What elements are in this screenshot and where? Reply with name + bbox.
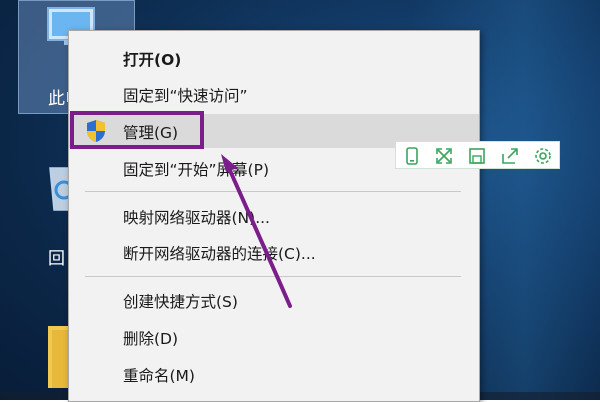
expand-icon[interactable]	[434, 146, 454, 166]
menu-item-open[interactable]: 打开(O)	[69, 41, 479, 75]
recycle-bin-label: 回	[48, 249, 65, 269]
save-icon[interactable]	[467, 146, 487, 166]
floating-toolbar	[395, 141, 560, 169]
menu-item-rename[interactable]: 重命名(M)	[69, 357, 479, 391]
menu-item-disconnect-network-drive[interactable]: 断开网络驱动器的连接(C)...	[69, 235, 479, 269]
menu-item-label: 固定到“快速访问”	[123, 87, 248, 105]
settings-icon[interactable]	[533, 146, 553, 166]
menu-item-label: 断开网络驱动器的连接(C)...	[123, 245, 316, 263]
manage-highlight-box	[70, 111, 204, 149]
menu-item-label: 打开(O)	[123, 51, 182, 69]
context-menu: 打开(O) 固定到“快速访问” 管理(G) 固定到“开始”屏幕(P) 映射网络驱…	[68, 30, 480, 402]
menu-item-create-shortcut[interactable]: 创建快捷方式(S)	[69, 283, 479, 317]
menu-item-delete[interactable]: 删除(D)	[69, 320, 479, 354]
menu-item-label: 删除(D)	[123, 330, 179, 348]
menu-separator	[85, 191, 461, 192]
phone-icon[interactable]	[402, 146, 422, 166]
menu-separator	[85, 276, 461, 277]
share-icon[interactable]	[500, 146, 520, 166]
menu-item-label: 映射网络驱动器(N)...	[123, 209, 270, 227]
menu-item-pin-quick-access[interactable]: 固定到“快速访问”	[69, 77, 479, 111]
menu-item-label: 固定到“开始”屏幕(P)	[123, 161, 270, 179]
menu-item-label: 创建快捷方式(S)	[123, 293, 238, 311]
menu-item-map-network-drive[interactable]: 映射网络驱动器(N)...	[69, 199, 479, 233]
menu-item-label: 重命名(M)	[123, 367, 195, 385]
